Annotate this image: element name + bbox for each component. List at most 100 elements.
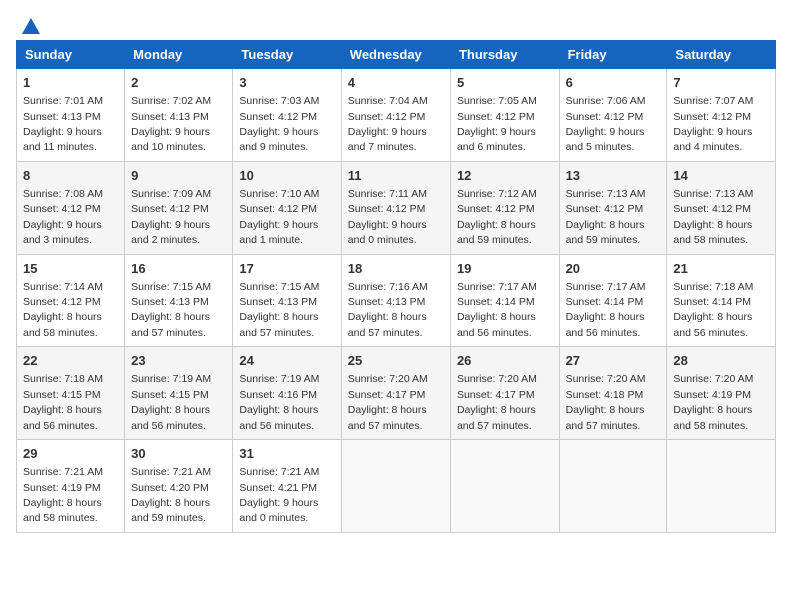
day-info: Sunrise: 7:01 AMSunset: 4:13 PMDaylight:… bbox=[23, 95, 103, 153]
calendar-week-4: 22 Sunrise: 7:18 AMSunset: 4:15 PMDaylig… bbox=[17, 347, 776, 440]
day-info: Sunrise: 7:02 AMSunset: 4:13 PMDaylight:… bbox=[131, 95, 211, 153]
day-info: Sunrise: 7:21 AMSunset: 4:20 PMDaylight:… bbox=[131, 466, 211, 524]
day-info: Sunrise: 7:03 AMSunset: 4:12 PMDaylight:… bbox=[239, 95, 319, 153]
day-info: Sunrise: 7:09 AMSunset: 4:12 PMDaylight:… bbox=[131, 188, 211, 246]
calendar-day-28: 28 Sunrise: 7:20 AMSunset: 4:19 PMDaylig… bbox=[667, 347, 776, 440]
day-info: Sunrise: 7:17 AMSunset: 4:14 PMDaylight:… bbox=[457, 281, 537, 339]
day-number: 27 bbox=[566, 352, 661, 370]
day-info: Sunrise: 7:13 AMSunset: 4:12 PMDaylight:… bbox=[566, 188, 646, 246]
calendar-header-saturday: Saturday bbox=[667, 41, 776, 69]
day-number: 12 bbox=[457, 167, 553, 185]
calendar-day-10: 10 Sunrise: 7:10 AMSunset: 4:12 PMDaylig… bbox=[233, 161, 341, 254]
calendar-header-row: SundayMondayTuesdayWednesdayThursdayFrid… bbox=[17, 41, 776, 69]
calendar-day-24: 24 Sunrise: 7:19 AMSunset: 4:16 PMDaylig… bbox=[233, 347, 341, 440]
day-number: 19 bbox=[457, 260, 553, 278]
day-number: 20 bbox=[566, 260, 661, 278]
calendar-day-30: 30 Sunrise: 7:21 AMSunset: 4:20 PMDaylig… bbox=[125, 440, 233, 533]
day-info: Sunrise: 7:19 AMSunset: 4:16 PMDaylight:… bbox=[239, 373, 319, 431]
calendar-day-15: 15 Sunrise: 7:14 AMSunset: 4:12 PMDaylig… bbox=[17, 254, 125, 347]
calendar-header-monday: Monday bbox=[125, 41, 233, 69]
calendar-day-29: 29 Sunrise: 7:21 AMSunset: 4:19 PMDaylig… bbox=[17, 440, 125, 533]
calendar-day-18: 18 Sunrise: 7:16 AMSunset: 4:13 PMDaylig… bbox=[341, 254, 450, 347]
day-info: Sunrise: 7:20 AMSunset: 4:17 PMDaylight:… bbox=[457, 373, 537, 431]
calendar-day-22: 22 Sunrise: 7:18 AMSunset: 4:15 PMDaylig… bbox=[17, 347, 125, 440]
calendar-day-27: 27 Sunrise: 7:20 AMSunset: 4:18 PMDaylig… bbox=[559, 347, 667, 440]
day-info: Sunrise: 7:04 AMSunset: 4:12 PMDaylight:… bbox=[348, 95, 428, 153]
calendar-header-thursday: Thursday bbox=[450, 41, 559, 69]
day-info: Sunrise: 7:13 AMSunset: 4:12 PMDaylight:… bbox=[673, 188, 753, 246]
calendar-day-26: 26 Sunrise: 7:20 AMSunset: 4:17 PMDaylig… bbox=[450, 347, 559, 440]
empty-cell bbox=[341, 440, 450, 533]
day-number: 9 bbox=[131, 167, 226, 185]
day-number: 3 bbox=[239, 74, 334, 92]
calendar-table: SundayMondayTuesdayWednesdayThursdayFrid… bbox=[16, 40, 776, 533]
logo bbox=[16, 16, 42, 32]
day-info: Sunrise: 7:21 AMSunset: 4:19 PMDaylight:… bbox=[23, 466, 103, 524]
calendar-header-wednesday: Wednesday bbox=[341, 41, 450, 69]
calendar-week-2: 8 Sunrise: 7:08 AMSunset: 4:12 PMDayligh… bbox=[17, 161, 776, 254]
day-number: 18 bbox=[348, 260, 444, 278]
day-number: 23 bbox=[131, 352, 226, 370]
day-info: Sunrise: 7:18 AMSunset: 4:15 PMDaylight:… bbox=[23, 373, 103, 431]
calendar-day-1: 1 Sunrise: 7:01 AMSunset: 4:13 PMDayligh… bbox=[17, 69, 125, 162]
day-number: 14 bbox=[673, 167, 769, 185]
empty-cell bbox=[667, 440, 776, 533]
day-info: Sunrise: 7:20 AMSunset: 4:18 PMDaylight:… bbox=[566, 373, 646, 431]
calendar-day-4: 4 Sunrise: 7:04 AMSunset: 4:12 PMDayligh… bbox=[341, 69, 450, 162]
calendar-day-19: 19 Sunrise: 7:17 AMSunset: 4:14 PMDaylig… bbox=[450, 254, 559, 347]
calendar-day-9: 9 Sunrise: 7:09 AMSunset: 4:12 PMDayligh… bbox=[125, 161, 233, 254]
day-info: Sunrise: 7:11 AMSunset: 4:12 PMDaylight:… bbox=[348, 188, 427, 246]
day-number: 8 bbox=[23, 167, 118, 185]
day-info: Sunrise: 7:14 AMSunset: 4:12 PMDaylight:… bbox=[23, 281, 103, 339]
day-info: Sunrise: 7:15 AMSunset: 4:13 PMDaylight:… bbox=[239, 281, 319, 339]
day-number: 4 bbox=[348, 74, 444, 92]
calendar-day-8: 8 Sunrise: 7:08 AMSunset: 4:12 PMDayligh… bbox=[17, 161, 125, 254]
day-number: 25 bbox=[348, 352, 444, 370]
day-info: Sunrise: 7:19 AMSunset: 4:15 PMDaylight:… bbox=[131, 373, 211, 431]
calendar-day-31: 31 Sunrise: 7:21 AMSunset: 4:21 PMDaylig… bbox=[233, 440, 341, 533]
calendar-day-2: 2 Sunrise: 7:02 AMSunset: 4:13 PMDayligh… bbox=[125, 69, 233, 162]
day-number: 7 bbox=[673, 74, 769, 92]
day-number: 10 bbox=[239, 167, 334, 185]
day-info: Sunrise: 7:12 AMSunset: 4:12 PMDaylight:… bbox=[457, 188, 537, 246]
calendar-header-sunday: Sunday bbox=[17, 41, 125, 69]
calendar-week-3: 15 Sunrise: 7:14 AMSunset: 4:12 PMDaylig… bbox=[17, 254, 776, 347]
calendar-header-tuesday: Tuesday bbox=[233, 41, 341, 69]
day-info: Sunrise: 7:20 AMSunset: 4:19 PMDaylight:… bbox=[673, 373, 753, 431]
day-info: Sunrise: 7:08 AMSunset: 4:12 PMDaylight:… bbox=[23, 188, 103, 246]
calendar-day-3: 3 Sunrise: 7:03 AMSunset: 4:12 PMDayligh… bbox=[233, 69, 341, 162]
day-info: Sunrise: 7:18 AMSunset: 4:14 PMDaylight:… bbox=[673, 281, 753, 339]
day-number: 28 bbox=[673, 352, 769, 370]
day-number: 24 bbox=[239, 352, 334, 370]
day-number: 26 bbox=[457, 352, 553, 370]
page-header bbox=[16, 16, 776, 32]
day-number: 22 bbox=[23, 352, 118, 370]
calendar-week-5: 29 Sunrise: 7:21 AMSunset: 4:19 PMDaylig… bbox=[17, 440, 776, 533]
day-info: Sunrise: 7:06 AMSunset: 4:12 PMDaylight:… bbox=[566, 95, 646, 153]
calendar-day-25: 25 Sunrise: 7:20 AMSunset: 4:17 PMDaylig… bbox=[341, 347, 450, 440]
day-number: 6 bbox=[566, 74, 661, 92]
day-number: 21 bbox=[673, 260, 769, 278]
day-info: Sunrise: 7:05 AMSunset: 4:12 PMDaylight:… bbox=[457, 95, 537, 153]
calendar-day-7: 7 Sunrise: 7:07 AMSunset: 4:12 PMDayligh… bbox=[667, 69, 776, 162]
calendar-week-1: 1 Sunrise: 7:01 AMSunset: 4:13 PMDayligh… bbox=[17, 69, 776, 162]
day-number: 29 bbox=[23, 445, 118, 463]
calendar-day-6: 6 Sunrise: 7:06 AMSunset: 4:12 PMDayligh… bbox=[559, 69, 667, 162]
day-number: 15 bbox=[23, 260, 118, 278]
day-number: 11 bbox=[348, 167, 444, 185]
day-number: 5 bbox=[457, 74, 553, 92]
logo-icon bbox=[20, 16, 42, 38]
day-number: 13 bbox=[566, 167, 661, 185]
day-info: Sunrise: 7:20 AMSunset: 4:17 PMDaylight:… bbox=[348, 373, 428, 431]
day-number: 1 bbox=[23, 74, 118, 92]
day-number: 30 bbox=[131, 445, 226, 463]
day-info: Sunrise: 7:15 AMSunset: 4:13 PMDaylight:… bbox=[131, 281, 211, 339]
day-number: 17 bbox=[239, 260, 334, 278]
day-info: Sunrise: 7:10 AMSunset: 4:12 PMDaylight:… bbox=[239, 188, 319, 246]
day-info: Sunrise: 7:16 AMSunset: 4:13 PMDaylight:… bbox=[348, 281, 428, 339]
calendar-day-13: 13 Sunrise: 7:13 AMSunset: 4:12 PMDaylig… bbox=[559, 161, 667, 254]
calendar-day-16: 16 Sunrise: 7:15 AMSunset: 4:13 PMDaylig… bbox=[125, 254, 233, 347]
day-number: 16 bbox=[131, 260, 226, 278]
calendar-header-friday: Friday bbox=[559, 41, 667, 69]
calendar-day-12: 12 Sunrise: 7:12 AMSunset: 4:12 PMDaylig… bbox=[450, 161, 559, 254]
